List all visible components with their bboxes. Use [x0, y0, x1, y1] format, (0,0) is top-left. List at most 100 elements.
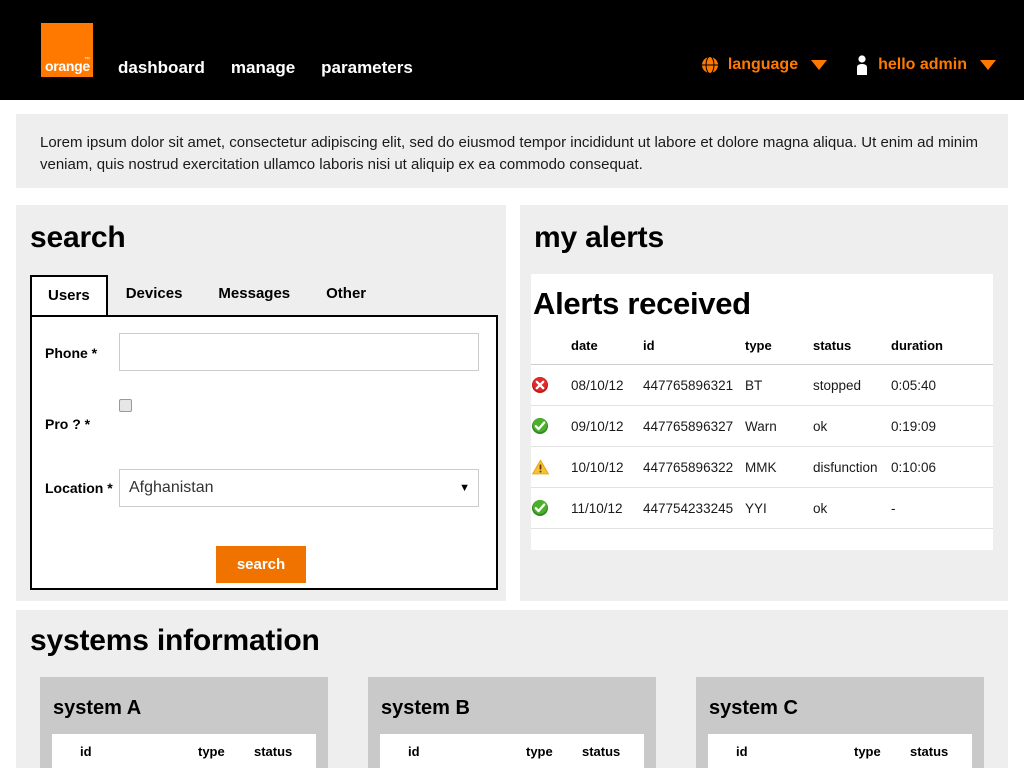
pro-label: Pro ? * [45, 416, 91, 432]
alerts-table: date id type status duration 08/10/12 447… [531, 334, 993, 529]
search-form: Phone * Pro ? * Location * Afghanistan ▼… [30, 315, 498, 590]
system-col-status: status [910, 744, 949, 759]
systems-information-panel: systems information system A id type sta… [16, 610, 1008, 768]
alert-row[interactable]: 09/10/12 447765896327 Warn ok 0:19:09 [531, 405, 993, 447]
alerts-header-row: date id type status duration [531, 334, 993, 365]
alert-status-badge: ok [813, 405, 891, 447]
systems-panel-title: systems information [30, 624, 320, 657]
alert-id: 447765896322 [643, 446, 745, 488]
success-icon [531, 405, 571, 447]
alert-status-badge: stopped [813, 364, 891, 406]
alerts-heading: Alerts received [533, 286, 751, 321]
system-header-row: id type status [708, 734, 972, 759]
alert-status-badge: ok [813, 487, 891, 529]
alerts-table-header: date id type status duration [531, 334, 993, 365]
alert-date: 08/10/12 [571, 364, 643, 406]
pro-checkbox[interactable] [119, 399, 132, 412]
intro-banner: Lorem ipsum dolor sit amet, consectetur … [16, 114, 1008, 188]
phone-input[interactable] [119, 333, 479, 371]
site-header: orange ™ dashboard manage parameters lan… [0, 0, 1024, 100]
search-panel-title: search [30, 221, 126, 254]
system-table-wrapper: id type status [52, 734, 316, 768]
alert-id: 447765896321 [643, 364, 745, 406]
location-select[interactable]: Afghanistan ▼ [119, 469, 479, 507]
user-menu[interactable]: hello admin [855, 55, 996, 75]
success-icon [531, 487, 571, 529]
main-navigation: dashboard manage parameters [118, 58, 413, 78]
chevron-down-icon [980, 60, 996, 70]
alert-type: YYI [745, 487, 813, 529]
alert-row[interactable]: 10/10/12 447765896322 MMK disfunction 0:10:0… [531, 446, 993, 488]
system-table-wrapper: id type status [380, 734, 644, 768]
search-tabs: Users Devices Messages Other [30, 273, 384, 315]
tab-other[interactable]: Other [308, 273, 384, 313]
nav-item-manage[interactable]: manage [231, 58, 295, 78]
user-label: hello admin [878, 56, 967, 73]
system-card-title: system B [381, 697, 470, 719]
location-selected-value: Afghanistan [129, 479, 214, 496]
tab-messages[interactable]: Messages [200, 273, 308, 313]
system-col-id: id [408, 744, 420, 759]
error-icon [531, 364, 571, 406]
alert-id: 447754233245 [643, 487, 745, 529]
system-table-wrapper: id type status [708, 734, 972, 768]
system-col-status: status [254, 744, 293, 759]
system-table: id type status [380, 734, 644, 759]
alert-date: 09/10/12 [571, 405, 643, 447]
alerts-col-id: id [643, 334, 745, 365]
alerts-col-status: status [813, 334, 891, 365]
alerts-col-type: type [745, 334, 813, 365]
alert-row[interactable]: 08/10/12 447765896321 BT stopped 0:05:40 [531, 364, 993, 406]
logo-trademark-icon: ™ [84, 57, 90, 63]
alerts-col-date: date [571, 334, 643, 365]
system-col-id: id [736, 744, 748, 759]
system-col-type: type [854, 744, 881, 759]
system-col-status: status [582, 744, 621, 759]
alert-date: 10/10/12 [571, 446, 643, 488]
chevron-down-icon [811, 60, 828, 70]
alerts-col-icon [531, 334, 571, 365]
alert-duration: 0:05:40 [891, 364, 993, 406]
alert-row[interactable]: 11/10/12 447754233245 YYI ok - [531, 487, 993, 529]
alert-type: Warn [745, 405, 813, 447]
tab-users[interactable]: Users [30, 275, 108, 315]
system-col-type: type [198, 744, 225, 759]
alert-duration: 0:19:09 [891, 405, 993, 447]
nav-item-parameters[interactable]: parameters [321, 58, 413, 78]
phone-label: Phone * [45, 345, 98, 361]
system-header-row: id type status [52, 734, 316, 759]
intro-text: Lorem ipsum dolor sit amet, consectetur … [40, 134, 978, 173]
system-table: id type status [52, 734, 316, 759]
alert-type: MMK [745, 446, 813, 488]
alert-id: 447765896327 [643, 405, 745, 447]
alerts-table-body: 08/10/12 447765896321 BT stopped 0:05:40 09/1… [531, 364, 993, 529]
system-card-b[interactable]: system B id type status [368, 677, 656, 768]
globe-icon [700, 56, 719, 74]
orange-logo[interactable]: orange ™ [41, 23, 93, 77]
alert-date: 11/10/12 [571, 487, 643, 529]
system-card-title: system A [53, 697, 142, 719]
warning-icon [531, 446, 571, 488]
alerts-card: Alerts received date id type status dura… [531, 274, 993, 550]
system-col-type: type [526, 744, 553, 759]
chevron-down-icon: ▼ [459, 482, 470, 494]
language-label: language [727, 56, 799, 73]
system-col-id: id [80, 744, 92, 759]
system-table: id type status [708, 734, 972, 759]
location-label: Location * [45, 480, 113, 496]
person-icon [855, 55, 869, 75]
alert-duration: 0:10:06 [891, 446, 993, 488]
alert-status-badge: disfunction [813, 446, 891, 488]
alert-type: BT [745, 364, 813, 406]
alert-duration: - [891, 487, 993, 529]
system-card-c[interactable]: system C id type status [696, 677, 984, 768]
header-utilities: language hello admin [673, 55, 996, 75]
system-card-a[interactable]: system A id type status [40, 677, 328, 768]
tab-devices[interactable]: Devices [108, 273, 201, 313]
search-button[interactable]: search [216, 546, 306, 583]
nav-item-dashboard[interactable]: dashboard [118, 58, 205, 78]
language-selector[interactable]: language [700, 56, 828, 74]
alerts-col-duration: duration [891, 334, 993, 365]
system-card-title: system C [709, 697, 798, 719]
system-header-row: id type status [380, 734, 644, 759]
